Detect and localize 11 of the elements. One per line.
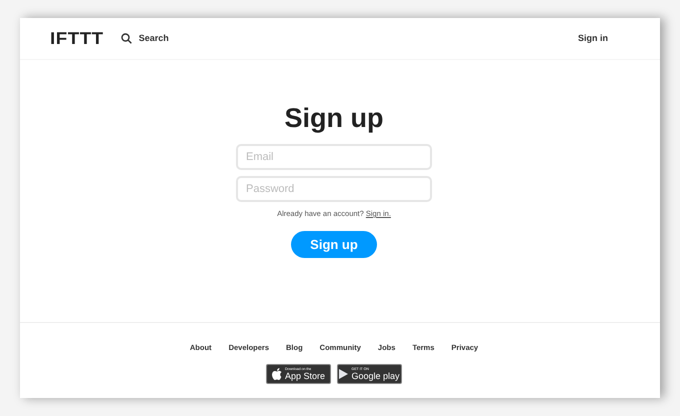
search-icon[interactable] — [120, 33, 132, 44]
input-field[interactable]: Email — [236, 144, 432, 170]
logo[interactable]: IFTTT — [50, 26, 104, 52]
apple-icon — [272, 368, 282, 380]
search-link[interactable]: Search — [138, 32, 169, 46]
badge-title: Google play — [351, 372, 400, 380]
badge-title: App Store — [284, 372, 326, 380]
page-title: Sign up — [284, 102, 384, 135]
input-field[interactable]: Password — [236, 176, 432, 202]
sign-in-link[interactable]: Sign in — [578, 32, 608, 46]
play-icon — [339, 369, 348, 380]
